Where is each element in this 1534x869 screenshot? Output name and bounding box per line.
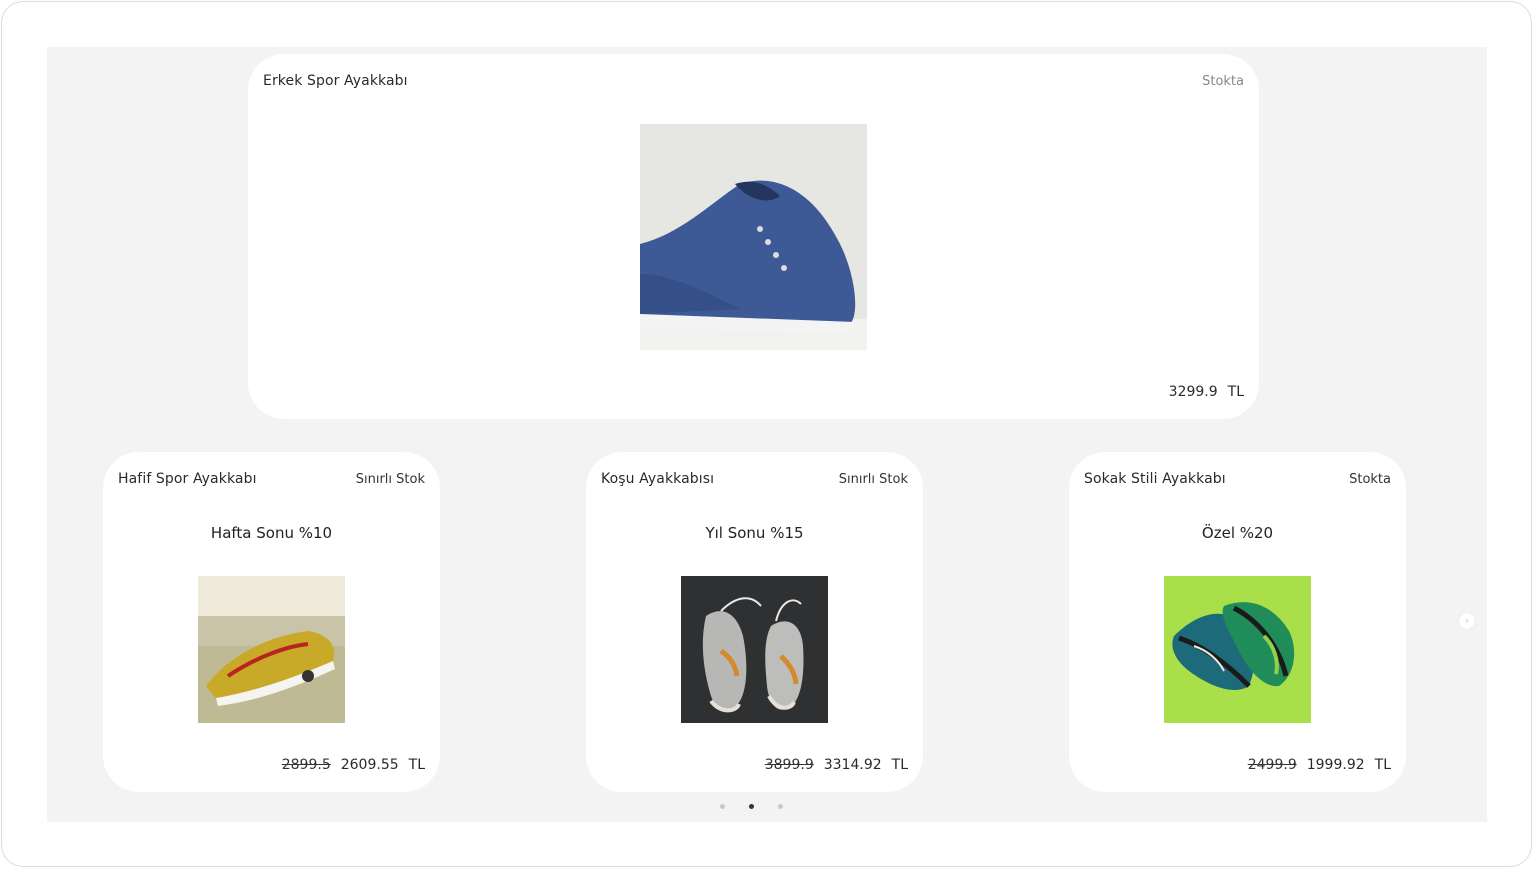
stock-status: Stokta bbox=[1349, 472, 1391, 487]
carousel-pagination bbox=[720, 804, 790, 812]
old-price: 2899.5 bbox=[281, 757, 331, 773]
pagination-dot-3[interactable] bbox=[778, 804, 783, 809]
product-card[interactable]: Hafif Spor Ayakkabı Sınırlı Stok Hafta S… bbox=[103, 452, 440, 792]
promo-label: Yıl Sonu %15 bbox=[705, 524, 804, 542]
old-price: 3899.9 bbox=[764, 757, 814, 773]
gold-sneaker-image[interactable] bbox=[198, 576, 345, 723]
stock-status: Sınırlı Stok bbox=[355, 472, 425, 487]
stock-status: Stokta bbox=[1202, 74, 1244, 89]
current-price: 3299.9 bbox=[1168, 384, 1218, 400]
product-title: Hafif Spor Ayakkabı bbox=[118, 471, 257, 487]
price-row: 3299.9 TL bbox=[1169, 384, 1244, 400]
featured-product-card[interactable]: Erkek Spor Ayakkabı Stokta 3299.9 TL bbox=[248, 54, 1259, 419]
current-price: 2609.55 bbox=[340, 757, 399, 773]
promo-label: Özel %20 bbox=[1201, 524, 1274, 542]
product-title: Koşu Ayakkabısı bbox=[601, 471, 715, 487]
currency: TL bbox=[1227, 384, 1244, 400]
chevron-right-icon[interactable]: › bbox=[1459, 613, 1475, 629]
green-running-shoes-image[interactable] bbox=[1164, 576, 1311, 723]
old-price: 2499.9 bbox=[1247, 757, 1297, 773]
pagination-dot-1[interactable] bbox=[720, 804, 725, 809]
blue-sneaker-image[interactable] bbox=[640, 124, 867, 350]
product-title: Erkek Spor Ayakkabı bbox=[263, 73, 408, 89]
currency: TL bbox=[891, 757, 908, 773]
stock-status: Sınırlı Stok bbox=[838, 472, 908, 487]
price-row: 3899.9 3314.92 TL bbox=[765, 757, 908, 773]
current-price: 3314.92 bbox=[823, 757, 882, 773]
price-row: 2899.5 2609.55 TL bbox=[282, 757, 425, 773]
price-row: 2499.9 1999.92 TL bbox=[1248, 757, 1391, 773]
product-card[interactable]: Sokak Stili Ayakkabı Stokta Özel %20 249… bbox=[1069, 452, 1406, 792]
current-price: 1999.92 bbox=[1306, 757, 1365, 773]
currency: TL bbox=[1374, 757, 1391, 773]
grey-high-top-sneakers-image[interactable] bbox=[681, 576, 828, 723]
product-title: Sokak Stili Ayakkabı bbox=[1084, 471, 1226, 487]
promo-label: Hafta Sonu %10 bbox=[210, 524, 333, 542]
product-card[interactable]: Koşu Ayakkabısı Sınırlı Stok Yıl Sonu %1… bbox=[586, 452, 923, 792]
currency: TL bbox=[408, 757, 425, 773]
pagination-dot-2[interactable] bbox=[749, 804, 754, 809]
